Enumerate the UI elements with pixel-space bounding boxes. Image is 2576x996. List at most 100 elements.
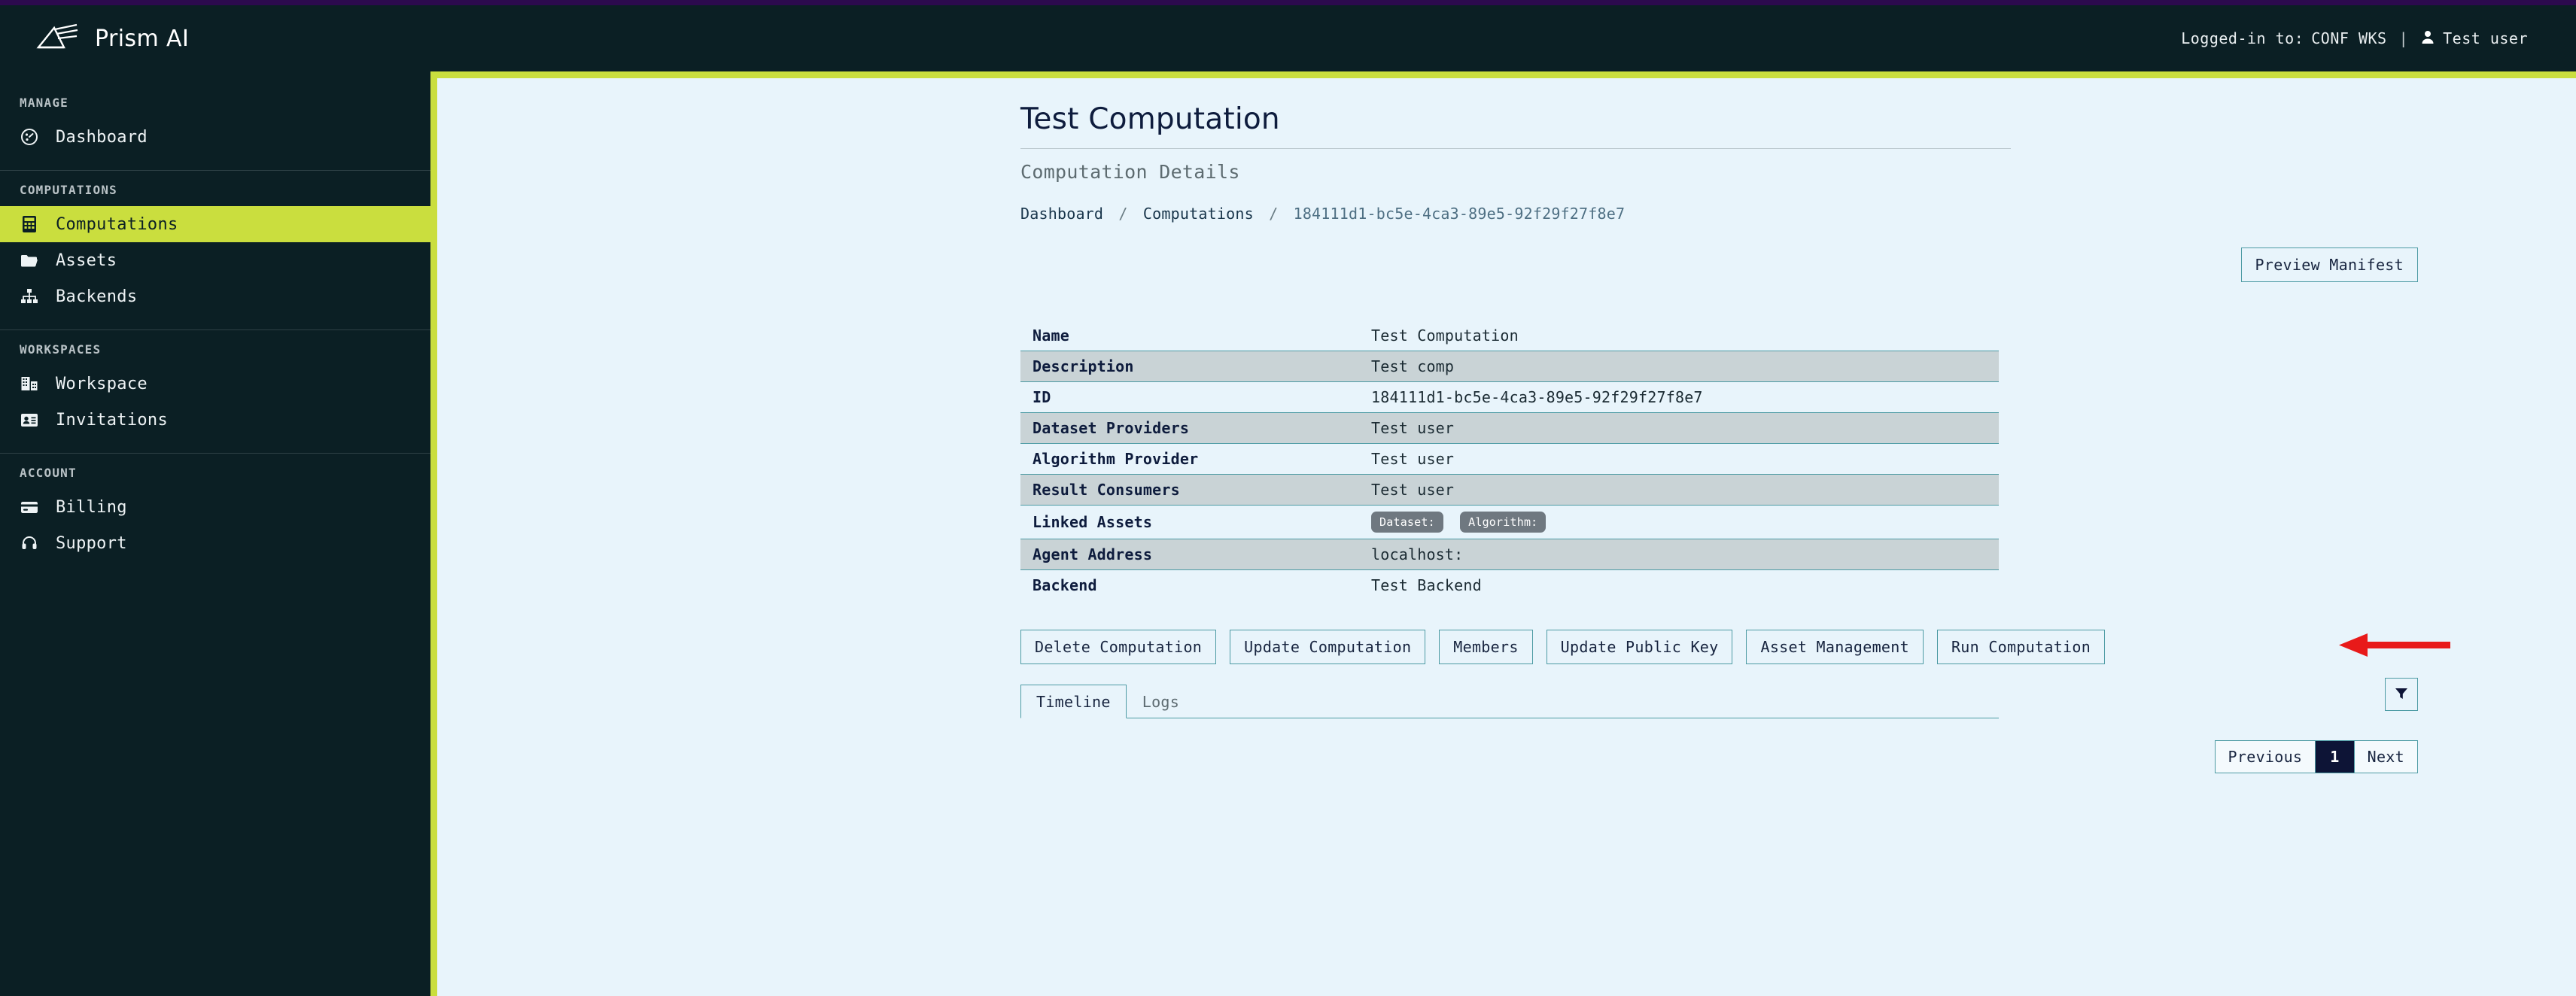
sidebar-section-computations: COMPUTATIONS (20, 183, 117, 197)
row-value: 184111d1-bc5e-4ca3-89e5-92f29f27f8e7 (1371, 388, 1703, 406)
sidebar-item-label: Support (56, 533, 127, 553)
header-separator: | (2398, 29, 2409, 47)
row-value: Test Backend (1371, 576, 1482, 594)
row-label: Description (1020, 351, 1359, 382)
top-accent-strip (0, 0, 2576, 5)
sidebar-item-invitations[interactable]: Invitations (0, 402, 430, 438)
table-row: Backend Test Backend (1020, 570, 1999, 601)
row-value: Test user (1359, 474, 1999, 506)
title-divider (1020, 148, 2011, 149)
delete-computation-button[interactable]: Delete Computation (1020, 630, 1217, 664)
sidebar-section-account: ACCOUNT (20, 466, 77, 480)
pagination-page-1-button[interactable]: 1 (2316, 741, 2355, 773)
workspace-name[interactable]: CONF WKS (2311, 29, 2386, 47)
credit-card-icon (20, 497, 39, 517)
table-row: Algorithm Provider Test user (1020, 444, 1999, 475)
contact-card-icon (20, 410, 39, 430)
sidebar-item-billing[interactable]: Billing (0, 489, 430, 525)
folder-icon (20, 251, 39, 270)
row-label: Linked Assets (1033, 513, 1153, 531)
main-content: Test Computation Computation Details Das… (430, 71, 2576, 996)
pagination: Previous 1 Next (2214, 740, 2418, 773)
sidebar: MANAGE Dashboard COMPUTATIONS Computatio… (0, 71, 430, 996)
brand-name: Prism AI (95, 25, 190, 52)
row-value: Test user (1359, 412, 1999, 444)
row-value: Test Computation (1371, 326, 1519, 345)
logged-in-label: Logged-in to: (2181, 29, 2304, 47)
table-row: Description Test comp (1020, 351, 1999, 382)
table-row: Name Test Computation (1020, 320, 1999, 351)
asset-management-button[interactable]: Asset Management (1746, 630, 1924, 664)
sidebar-item-dashboard[interactable]: Dashboard (0, 119, 430, 155)
computation-details-table: Name Test Computation Description Test c… (1020, 320, 1999, 600)
sidebar-divider (0, 329, 430, 330)
sidebar-item-label: Backends (56, 287, 138, 306)
row-value: Test comp (1359, 351, 1999, 382)
row-label: Result Consumers (1020, 474, 1359, 506)
dashboard-gauge-icon (20, 127, 39, 147)
breadcrumb-item-dashboard[interactable]: Dashboard (1020, 205, 1103, 223)
row-value: localhost: (1359, 539, 1999, 570)
row-value-badges: Dataset: Algorithm: (1359, 506, 1999, 539)
filter-funnel-icon (2394, 686, 2409, 703)
sidebar-section-manage: MANAGE (20, 96, 68, 110)
breadcrumb-separator: / (1118, 205, 1128, 223)
table-row: ID 184111d1-bc5e-4ca3-89e5-92f29f27f8e7 (1020, 382, 1999, 413)
filter-button[interactable] (2385, 678, 2418, 711)
linked-asset-badge-dataset[interactable]: Dataset: (1371, 512, 1443, 533)
breadcrumb-item-id: 184111d1-bc5e-4ca3-89e5-92f29f27f8e7 (1293, 205, 1626, 223)
tabs: Timeline Logs (1020, 685, 1999, 718)
building-icon (20, 374, 39, 393)
breadcrumb: Dashboard / Computations / 184111d1-bc5e… (1020, 205, 1625, 223)
tab-timeline[interactable]: Timeline (1020, 685, 1127, 718)
breadcrumb-item-computations[interactable]: Computations (1143, 205, 1254, 223)
update-public-key-button[interactable]: Update Public Key (1546, 630, 1733, 664)
sidebar-item-label: Invitations (56, 410, 168, 430)
sidebar-item-label: Assets (56, 251, 117, 270)
sidebar-item-label: Workspace (56, 374, 148, 393)
sidebar-section-workspaces: WORKSPACES (20, 342, 102, 357)
table-row: Result Consumers Test user (1020, 474, 1999, 506)
sidebar-item-label: Dashboard (56, 127, 148, 147)
app-header: Prism AI Logged-in to: CONF WKS | Test u… (0, 5, 2576, 71)
linked-asset-badge-algorithm[interactable]: Algorithm: (1460, 512, 1547, 533)
row-label: Dataset Providers (1020, 412, 1359, 444)
sidebar-divider (0, 170, 430, 171)
row-label: Algorithm Provider (1033, 450, 1199, 468)
table-row: Agent Address localhost: (1020, 539, 1999, 570)
brand[interactable]: Prism AI (35, 20, 189, 56)
tab-logs[interactable]: Logs (1127, 685, 1195, 718)
row-label: Name (1033, 326, 1069, 345)
preview-manifest-button[interactable]: Preview Manifest (2240, 247, 2418, 282)
action-buttons: Delete Computation Update Computation Me… (1020, 630, 2106, 664)
sidebar-item-computations[interactable]: Computations (0, 206, 430, 242)
pagination-previous-button[interactable]: Previous (2215, 741, 2316, 773)
sidebar-item-workspace[interactable]: Workspace (0, 366, 430, 402)
row-label: Backend (1033, 576, 1097, 594)
row-label: ID (1033, 388, 1051, 406)
breadcrumb-separator: / (1269, 205, 1279, 223)
table-row: Linked Assets Dataset: Algorithm: (1020, 506, 1999, 539)
user-name[interactable]: Test user (2443, 29, 2528, 47)
page-subtitle: Computation Details (1020, 161, 1240, 183)
sitemap-icon (20, 287, 39, 306)
sidebar-item-label: Computations (56, 214, 178, 234)
sidebar-item-support[interactable]: Support (0, 525, 430, 561)
sidebar-item-assets[interactable]: Assets (0, 242, 430, 278)
calculator-icon (20, 214, 39, 234)
prism-logo-icon (35, 20, 81, 56)
page-title: Test Computation (1020, 102, 1280, 136)
members-button[interactable]: Members (1439, 630, 1533, 664)
sidebar-item-label: Billing (56, 497, 127, 517)
sidebar-divider (0, 453, 430, 454)
header-user-area: Logged-in to: CONF WKS | Test user (2181, 29, 2528, 47)
red-arrow-icon (2337, 633, 2450, 658)
table-row: Dataset Providers Test user (1020, 412, 1999, 444)
user-icon (2420, 29, 2435, 47)
sidebar-item-backends[interactable]: Backends (0, 278, 430, 314)
row-label: Agent Address (1020, 539, 1359, 570)
headset-icon (20, 533, 39, 553)
pagination-next-button[interactable]: Next (2354, 741, 2417, 773)
update-computation-button[interactable]: Update Computation (1230, 630, 1426, 664)
run-computation-button[interactable]: Run Computation (1936, 630, 2106, 664)
